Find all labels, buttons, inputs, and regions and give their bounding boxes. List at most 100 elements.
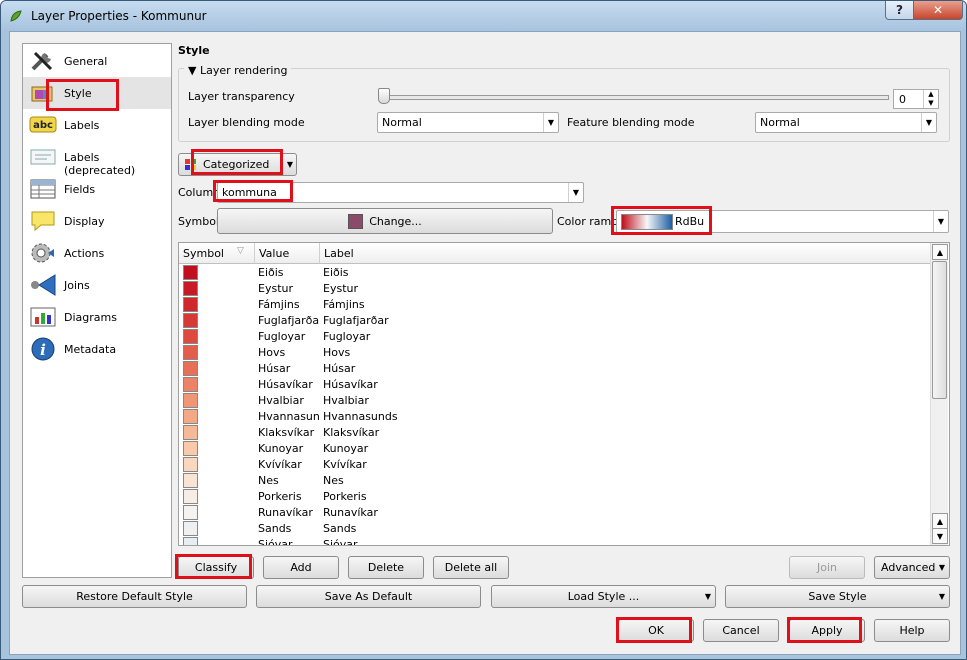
table-row[interactable]: Hovs Hovs [179,344,930,360]
categories-table[interactable]: Symbol ▽ Value Label Eiðis Eiðis Eystur Eys… [178,242,950,546]
symbol-preview-swatch [348,213,364,229]
symbol-swatch[interactable] [183,409,198,424]
apply-button[interactable]: Apply [789,619,865,642]
table-row[interactable]: Húsavíkar Húsavíkar [179,376,930,392]
sidebar-item-labels[interactable]: abc Labels [23,109,171,141]
table-row[interactable]: Kvívíkar Kvívíkar [179,456,930,472]
table-row[interactable]: HvannasundsHvannasunds [179,408,930,424]
symbol-swatch[interactable] [183,393,198,408]
delete-all-button[interactable]: Delete all [433,556,509,579]
symbol-swatch[interactable] [183,457,198,472]
column-header-symbol[interactable]: Symbol ▽ [179,243,255,264]
renderer-select[interactable]: Categorized ▼ [178,153,297,176]
sidebar-item-fields[interactable]: Fields [23,173,171,205]
close-button[interactable]: ✕ [913,1,963,20]
help-title-button[interactable]: ? [885,1,914,20]
table-row[interactable]: Runavíkar Runavíkar [179,504,930,520]
advanced-button[interactable]: Advanced ▼ [874,556,950,579]
transparency-slider-track[interactable] [384,95,889,100]
table-row[interactable]: Fugloyar Fugloyar [179,328,930,344]
symbol-swatch[interactable] [183,473,198,488]
symbol-swatch[interactable] [183,329,198,344]
table-row[interactable]: Hvalbiar Hvalbiar [179,392,930,408]
collapse-arrow-icon: ▼ [188,64,197,77]
cell-label: Hvalbiar [323,394,369,407]
scroll-up-icon[interactable]: ▲ [932,513,948,529]
cell-value: Eystur [258,282,293,295]
abc-labels-icon: abc [29,116,57,133]
symbol-swatch[interactable] [183,441,198,456]
symbol-swatch[interactable] [183,265,198,280]
table-row[interactable]: Eiðis Eiðis [179,264,930,280]
spin-arrows[interactable]: ▲ ▼ [923,90,938,108]
save-as-default-button[interactable]: Save As Default [256,585,481,608]
table-row[interactable]: Sjóvar Sjóvar [179,536,930,546]
table-scrollbar[interactable]: ▲ ▲ ▼ [930,243,948,545]
table-row[interactable]: Porkeris Porkeris [179,488,930,504]
sidebar-item-metadata[interactable]: i Metadata [23,333,171,365]
classify-button[interactable]: Classify [178,556,254,579]
symbol-swatch[interactable] [183,345,198,360]
ok-button[interactable]: OK [618,619,694,642]
delete-button[interactable]: Delete [348,556,424,579]
transparency-value: 0 [899,93,906,106]
table-row[interactable]: Kunoyar Kunoyar [179,440,930,456]
scrollbar-thumb[interactable] [932,261,947,399]
color-ramp-select[interactable]: RdBu ▼ [616,210,949,233]
transparency-spinbox[interactable]: 0 ▲ ▼ [893,89,939,109]
save-style-button[interactable]: Save Style ▼ [725,585,950,608]
sidebar-item-style[interactable]: Style [23,77,171,109]
cell-label: Sjóvar [323,538,358,546]
symbol-swatch[interactable] [183,425,198,440]
spin-down-icon[interactable]: ▼ [924,99,938,108]
sidebar-item-general[interactable]: General [23,45,171,77]
sidebar-item-labels-deprecated[interactable]: Labels (deprecated) [23,141,171,177]
cell-label: Eiðis [323,266,349,279]
table-row[interactable]: Eystur Eystur [179,280,930,296]
scroll-up-icon[interactable]: ▲ [932,244,948,260]
spin-up-icon[interactable]: ▲ [924,90,938,99]
info-icon: i [31,337,55,361]
column-select[interactable]: kommuna ▼ [217,182,584,203]
load-style-button[interactable]: Load Style ... ▼ [491,585,716,608]
sidebar-item-diagrams[interactable]: Diagrams [23,301,171,333]
scroll-down-icon[interactable]: ▼ [932,528,948,544]
cell-label: Húsar [323,362,356,375]
column-header-value[interactable]: Value [255,243,320,264]
sidebar-item-joins[interactable]: Joins [23,269,171,301]
symbol-swatch[interactable] [183,297,198,312]
layer-blending-select[interactable]: Normal ▼ [377,112,559,133]
symbol-swatch[interactable] [183,281,198,296]
sidebar-item-actions[interactable]: Actions [23,237,171,269]
help-button[interactable]: Help [874,619,950,642]
symbol-swatch[interactable] [183,489,198,504]
symbol-swatch[interactable] [183,505,198,520]
symbol-swatch[interactable] [183,521,198,536]
restore-default-style-button[interactable]: Restore Default Style [22,585,247,608]
cell-value: Klaksvíkar [258,426,315,439]
categorized-renderer-icon [185,158,196,170]
table-row[interactable]: Fámjins Fámjins [179,296,930,312]
feature-blending-select[interactable]: Normal ▼ [755,112,937,133]
change-symbol-button[interactable]: Change... [217,208,553,234]
table-row[interactable]: Klaksvíkar Klaksvíkar [179,424,930,440]
join-button[interactable]: Join [789,556,865,579]
tools-icon [31,51,53,71]
sidebar-item-display[interactable]: Display [23,205,171,237]
symbol-swatch[interactable] [183,361,198,376]
add-button[interactable]: Add [263,556,339,579]
symbol-swatch[interactable] [183,313,198,328]
header-label: Value [259,247,290,260]
table-row[interactable]: Nes Nes [179,472,930,488]
layer-rendering-toggle[interactable]: ▼ Layer rendering [184,64,292,77]
table-row[interactable]: Sands Sands [179,520,930,536]
color-ramp-value: RdBu [675,215,705,228]
column-header-label[interactable]: Label [320,243,931,264]
table-row[interactable]: Húsar Húsar [179,360,930,376]
table-row[interactable]: Fuglafjarðar Fuglafjarðar [179,312,930,328]
symbol-swatch[interactable] [183,377,198,392]
symbol-swatch[interactable] [183,537,198,545]
cancel-button[interactable]: Cancel [703,619,779,642]
cell-label: Húsavíkar [323,378,378,391]
transparency-slider-handle[interactable] [378,88,390,104]
